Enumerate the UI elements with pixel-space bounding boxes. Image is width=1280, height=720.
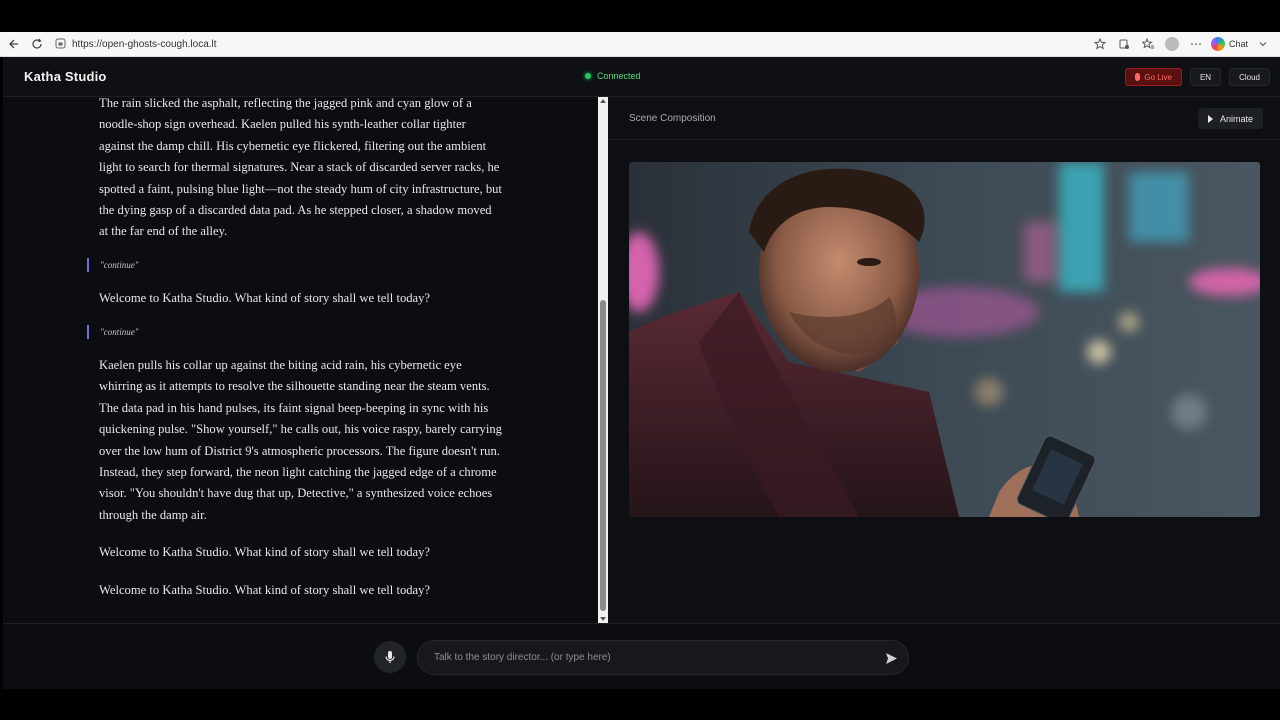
go-live-button[interactable]: Go Live [1125, 68, 1182, 86]
language-button[interactable]: EN [1189, 68, 1222, 86]
favorite-star-icon[interactable] [1091, 35, 1109, 53]
story-paragraph: Kaelen pulls his collar up against the b… [99, 358, 502, 522]
scroll-down-icon[interactable] [600, 617, 606, 621]
app-header: Katha Studio Connected Go Live EN Cloud [3, 57, 1280, 97]
animate-button[interactable]: Animate [1197, 108, 1263, 129]
chevron-down-icon[interactable] [1254, 35, 1272, 53]
connection-status: Connected [585, 71, 641, 81]
welcome-message: Welcome to Katha Studio. What kind of st… [99, 583, 431, 597]
story-paragraph: The rain slicked the asphalt, reflecting… [99, 97, 502, 239]
extensions-icon[interactable] [1115, 35, 1133, 53]
katha-studio-app: Katha Studio Connected Go Live EN Cloud … [3, 57, 1280, 689]
status-dot-icon [585, 73, 591, 79]
browser-actions: ⋯ Chat [1091, 35, 1280, 53]
send-icon [885, 652, 897, 664]
url-text: https://open-ghosts-cough.loca.lt [72, 38, 217, 50]
voice-input-button[interactable] [374, 641, 406, 673]
composer-bar [3, 623, 1280, 689]
user-prompt: "continue" [87, 325, 139, 339]
go-live-label: Go Live [1144, 72, 1172, 82]
scene-title: Scene Composition [629, 113, 716, 124]
language-label: EN [1199, 72, 1212, 82]
more-menu-icon[interactable]: ⋯ [1187, 35, 1205, 53]
scene-panel: Scene Composition Animate [608, 97, 1280, 623]
scene-image [629, 162, 1260, 517]
welcome-message: Welcome to Katha Studio. What kind of st… [99, 545, 431, 559]
screen-top-bar [0, 0, 1280, 32]
copilot-icon [1210, 37, 1225, 51]
microphone-icon [385, 651, 395, 663]
play-icon [1207, 114, 1213, 123]
browser-toolbar: https://open-ghosts-cough.loca.lt ⋯ Chat [0, 32, 1280, 57]
story-director-input[interactable] [434, 652, 874, 663]
cloud-button[interactable]: Cloud [1229, 68, 1270, 86]
microphone-icon [1135, 73, 1141, 81]
app-logo: Katha Studio [24, 69, 107, 84]
welcome-message: Welcome to Katha Studio. What kind of st… [99, 291, 431, 305]
scene-header: Scene Composition Animate [608, 97, 1280, 140]
copilot-chat-button[interactable]: Chat [1210, 37, 1248, 51]
cloud-label: Cloud [1239, 72, 1260, 82]
story-transcript[interactable]: The rain slicked the asphalt, reflecting… [3, 97, 599, 623]
header-actions: Go Live EN Cloud [1125, 68, 1270, 86]
chat-label: Chat [1228, 39, 1248, 49]
address-bar[interactable]: https://open-ghosts-cough.loca.lt [55, 34, 217, 54]
cyberpunk-detective-illustration [629, 162, 1260, 517]
site-info-icon[interactable] [55, 38, 67, 50]
profile-avatar-icon[interactable] [1163, 35, 1181, 53]
scroll-up-icon[interactable] [600, 99, 606, 103]
reload-icon[interactable] [25, 32, 49, 56]
status-text: Connected [597, 71, 641, 81]
back-icon[interactable] [1, 32, 25, 56]
screen-bottom-bar [0, 689, 1280, 720]
favorites-icon[interactable] [1139, 35, 1157, 53]
story-director-input-wrapper [417, 640, 909, 675]
transcript-scrollbar[interactable] [598, 97, 608, 623]
send-button[interactable] [884, 651, 898, 665]
scrollbar-thumb[interactable] [600, 300, 606, 611]
animate-label: Animate [1219, 113, 1253, 124]
user-prompt: "continue" [87, 258, 139, 272]
